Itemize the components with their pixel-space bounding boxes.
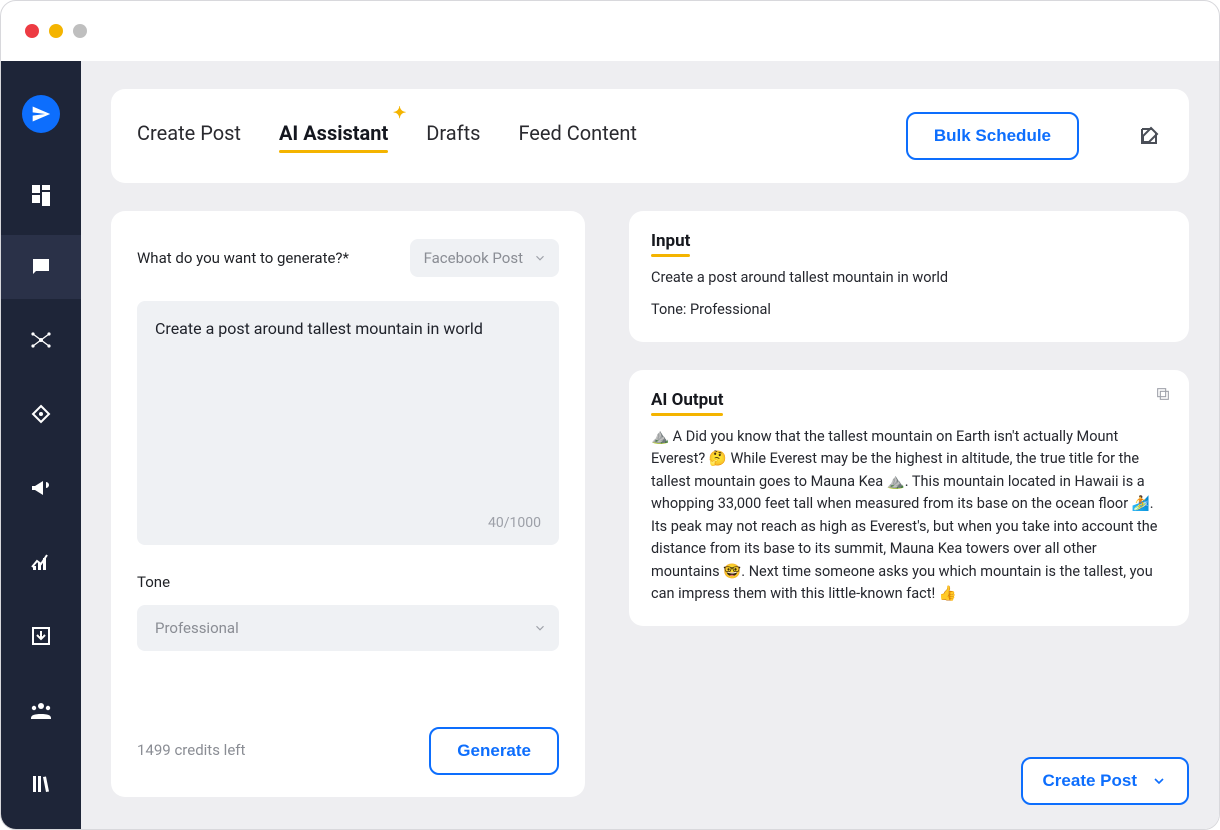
brand-logo[interactable] [22, 95, 60, 133]
copy-button[interactable] [1155, 386, 1171, 402]
input-prompt-line: Create a post around tallest mountain in… [651, 267, 1167, 289]
edit-square-icon [1137, 124, 1161, 148]
output-body-text: ⛰️ A Did you know that the tallest mount… [651, 426, 1167, 606]
analytics-icon [29, 550, 53, 574]
input-tone-line: Tone: Professional [651, 299, 1167, 321]
megaphone-icon [29, 476, 53, 500]
library-icon [29, 772, 53, 796]
tab-ai-assistant[interactable]: AI Assistant ✦ [279, 121, 388, 151]
generator-card: What do you want to generate?* Facebook … [111, 211, 585, 797]
send-icon [31, 104, 51, 124]
titlebar [1, 1, 1219, 61]
tab-drafts[interactable]: Drafts [426, 121, 480, 151]
prompt-text: Create a post around tallest mountain in… [155, 319, 541, 338]
window-minimize-dot[interactable] [49, 24, 63, 38]
sparkle-icon: ✦ [393, 103, 406, 122]
topbar: Create Post AI Assistant ✦ Drafts Feed C… [111, 89, 1189, 183]
app-window: Create Post AI Assistant ✦ Drafts Feed C… [0, 0, 1220, 830]
chat-icon [29, 255, 53, 279]
tone-label: Tone [137, 573, 559, 591]
char-counter: 40/1000 [488, 515, 541, 531]
tab-create-post[interactable]: Create Post [137, 121, 241, 151]
sidebar-item-dashboard[interactable] [28, 181, 54, 207]
sidebar-item-team[interactable] [28, 697, 54, 723]
tab-feed-content[interactable]: Feed Content [518, 121, 637, 151]
post-type-select[interactable]: Facebook Post [410, 239, 559, 277]
compose-button[interactable] [1135, 122, 1163, 150]
sidebar [1, 61, 81, 829]
team-icon [29, 698, 53, 722]
input-panel: Input Create a post around tallest mount… [629, 211, 1189, 342]
credits-remaining: 1499 credits left [137, 741, 245, 759]
generate-question-label: What do you want to generate?* [137, 249, 349, 267]
sidebar-item-network[interactable] [28, 327, 54, 353]
input-panel-title: Input [651, 231, 690, 257]
tone-value: Professional [155, 619, 239, 637]
sidebar-item-chat[interactable] [28, 254, 54, 280]
sidebar-item-library[interactable] [28, 771, 54, 797]
chevron-down-icon [1151, 773, 1167, 789]
sidebar-item-analytics[interactable] [28, 549, 54, 575]
window-close-dot[interactable] [25, 24, 39, 38]
output-panel-title: AI Output [651, 390, 723, 416]
create-post-button[interactable]: Create Post [1021, 757, 1189, 805]
grid-icon [29, 182, 53, 206]
tone-select[interactable]: Professional [137, 605, 559, 651]
sidebar-item-target[interactable] [28, 401, 54, 427]
post-type-value: Facebook Post [424, 249, 523, 267]
generate-button[interactable]: Generate [429, 727, 559, 775]
output-panel: AI Output ⛰️ A Did you know that the tal… [629, 370, 1189, 626]
diamond-icon [29, 402, 53, 426]
network-icon [29, 328, 53, 352]
sidebar-item-promote[interactable] [28, 475, 54, 501]
prompt-textarea[interactable]: Create a post around tallest mountain in… [137, 301, 559, 545]
main-area: Create Post AI Assistant ✦ Drafts Feed C… [81, 61, 1219, 829]
sidebar-item-download[interactable] [28, 623, 54, 649]
chevron-down-icon [533, 621, 547, 635]
create-post-label: Create Post [1043, 771, 1137, 791]
bulk-schedule-button[interactable]: Bulk Schedule [906, 112, 1079, 160]
tab-ai-assistant-label: AI Assistant [279, 121, 388, 145]
chevron-down-icon [533, 251, 547, 265]
download-icon [29, 624, 53, 648]
copy-icon [1155, 386, 1171, 402]
window-maximize-dot[interactable] [73, 24, 87, 38]
